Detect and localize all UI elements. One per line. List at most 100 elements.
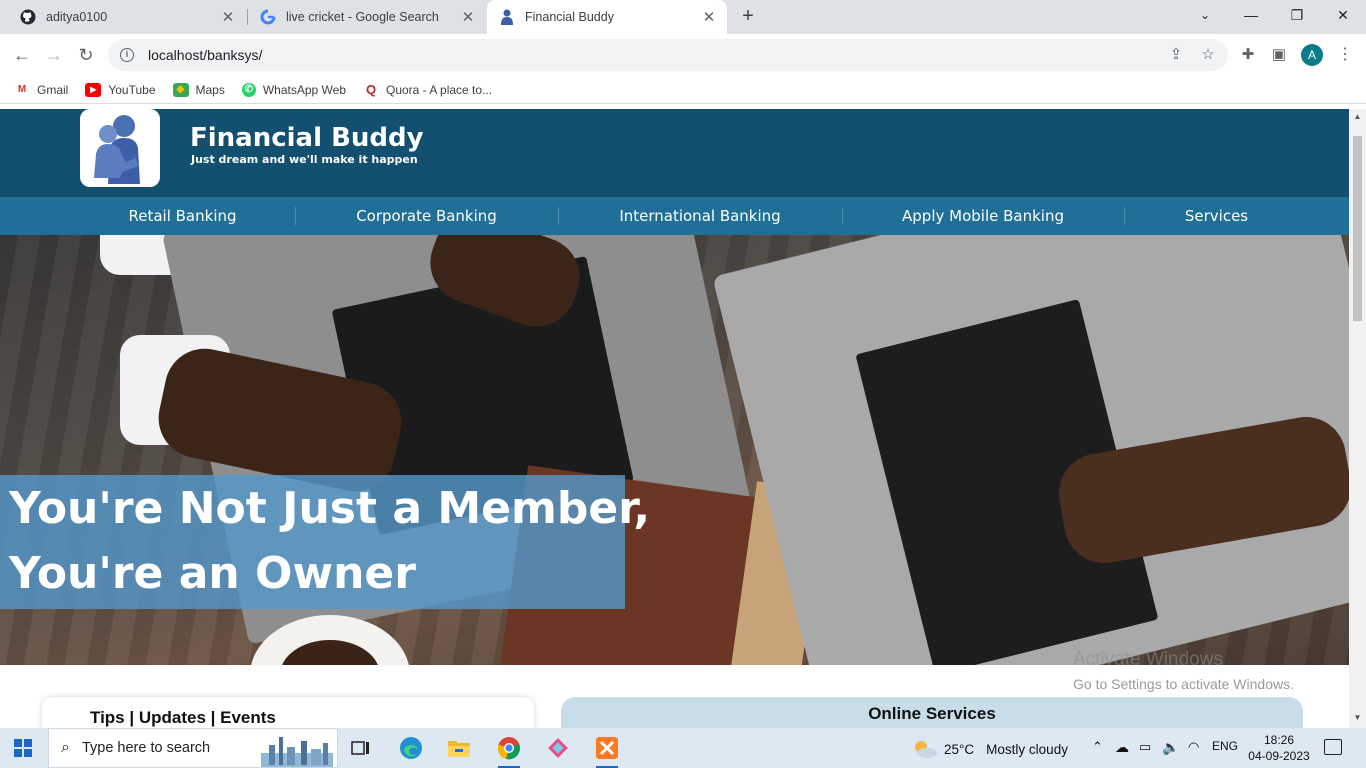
back-arrow-icon[interactable]: ← [10,43,34,67]
nav-international-banking[interactable]: International Banking [558,197,842,235]
city-skyline-icon [261,737,333,767]
activate-windows-subtitle: Go to Settings to activate Windows. [1073,676,1294,692]
nav-retail-banking[interactable]: Retail Banking [0,197,295,235]
scroll-down-arrow-icon[interactable]: ▼ [1353,713,1362,722]
weather-temp: 25°C [944,741,975,757]
nav-label: Apply Mobile Banking [902,207,1064,225]
bookmark-label: YouTube [108,82,156,97]
bookmark-gmail[interactable]: M Gmail [14,82,69,97]
bookmark-label: Maps [195,82,225,97]
chrome-icon[interactable] [494,734,524,768]
nav-services[interactable]: Services [1124,197,1309,235]
bookmarks-bar: M Gmail ▶ YouTube ◆ Maps ✆ WhatsApp Web … [0,76,1366,104]
side-panel-icon[interactable]: ▣ [1268,44,1290,66]
restore-icon[interactable]: ❐ [1274,0,1320,30]
tab-title: live cricket - Google Search [286,10,439,24]
hero-line-2: You're an Owner [9,548,416,599]
tab-financial-buddy[interactable]: Financial Buddy ✕ [487,0,727,34]
extensions-icon[interactable]: ✚ [1237,44,1259,66]
people-hug-icon [94,115,140,184]
tab-google-search[interactable]: live cricket - Google Search ✕ [248,0,486,34]
bookmark-star-icon[interactable]: ☆ [1198,45,1218,65]
tips-heading: Tips | Updates | Events [90,708,276,727]
bookmark-label: WhatsApp Web [262,82,346,97]
task-view-icon[interactable] [346,734,376,762]
nav-label: International Banking [619,207,781,225]
weather-widget[interactable]: 25°C Mostly cloudy [912,739,1068,759]
language-indicator[interactable]: ENG [1212,739,1238,753]
browser-toolbar: ← → ↻ i localhost/banksys/ ⇪ ☆ ✚ ▣ A ⋮ [0,34,1366,76]
notification-icon[interactable] [1324,739,1342,755]
nav-label: Corporate Banking [356,207,497,225]
minimize-icon[interactable]: — [1228,0,1274,30]
bookmark-label: Quora - A place to... [386,82,493,97]
hero-banner: You're Not Just a Member, You're an Owne… [0,475,650,609]
site-logo[interactable] [80,109,160,187]
forward-arrow-icon[interactable]: → [42,43,66,67]
windows-start-icon[interactable] [14,739,32,757]
search-icon: ⌕ [61,739,70,756]
quora-icon: Q [365,81,377,97]
youtube-icon: ▶ [85,82,102,97]
share-icon[interactable]: ⇪ [1166,45,1186,65]
page-scrollbar[interactable]: ▲ ▼ [1349,109,1366,728]
site-info-icon[interactable]: i [120,48,134,62]
google-icon [260,9,276,25]
online-services-card: Online Services [561,697,1303,728]
search-placeholder: Type here to search [81,740,211,756]
page-viewport: Financial Buddy Just dream and we'll mak… [0,109,1349,728]
new-tab-icon[interactable]: + [737,5,759,27]
tab-search-chevron-icon[interactable]: ⌄ [1182,0,1228,30]
activate-windows-title: Activate Windows [1073,649,1223,670]
hero-image: You're Not Just a Member, You're an Owne… [0,235,1349,665]
tab-title: Financial Buddy [525,10,614,24]
nav-corporate-banking[interactable]: Corporate Banking [295,197,558,235]
bookmark-label: Gmail [37,82,69,97]
close-tab-icon[interactable]: ✕ [458,8,478,26]
file-explorer-icon[interactable] [444,734,474,762]
close-tab-icon[interactable]: ✕ [699,8,719,26]
close-window-icon[interactable]: ✕ [1320,0,1366,30]
whatsapp-icon: ✆ [241,82,256,97]
brand-tagline: Just dream and we'll make it happen [191,153,418,166]
xampp-icon[interactable] [592,734,622,768]
online-services-heading: Online Services [868,704,996,723]
system-clock[interactable]: 18:26 04-09-2023 [1244,732,1314,764]
nav-label: Retail Banking [128,207,237,225]
tab-github[interactable]: aditya0100 ✕ [0,0,246,34]
bookmark-youtube[interactable]: ▶ YouTube [85,82,156,97]
close-tab-icon[interactable]: ✕ [218,8,238,26]
reload-icon[interactable]: ↻ [74,43,98,67]
battery-icon[interactable]: ▭ [1139,739,1151,755]
bookmark-maps[interactable]: ◆ Maps [172,82,225,97]
maps-icon: ◆ [172,82,189,97]
onedrive-cloud-icon[interactable]: ☁ [1115,739,1129,756]
brand-name: Financial Buddy [190,123,424,153]
edge-browser-icon[interactable] [396,734,426,762]
clock-time: 18:26 [1263,733,1295,747]
tab-strip: aditya0100 ✕ live cricket - Google Searc… [0,0,1366,34]
main-nav: Retail Banking Corporate Banking Interna… [0,197,1349,235]
clock-date: 04-09-2023 [1248,749,1310,763]
site-header: Financial Buddy Just dream and we'll mak… [0,109,1349,197]
bookmark-whatsapp[interactable]: ✆ WhatsApp Web [241,82,346,97]
git-app-icon[interactable] [543,734,573,762]
tips-card: Tips | Updates | Events [42,697,534,728]
wifi-icon[interactable]: ◠ [1188,739,1199,755]
volume-icon[interactable]: 🔈 [1162,739,1179,756]
menu-kebab-icon[interactable]: ⋮ [1334,44,1356,66]
scroll-up-arrow-icon[interactable]: ▲ [1353,112,1362,121]
url-text: localhost/banksys/ [148,47,263,63]
hero-line-1: You're Not Just a Member, [9,483,651,534]
nav-apply-mobile-banking[interactable]: Apply Mobile Banking [842,197,1124,235]
cloudy-sun-icon [915,741,937,758]
address-bar[interactable]: i localhost/banksys/ ⇪ ☆ [108,39,1228,71]
gmail-icon: M [17,83,27,95]
windows-taskbar: ⌕ Type here to search 25°C Mostly cloudy… [0,728,1366,768]
taskbar-search[interactable]: ⌕ Type here to search [48,728,338,768]
bookmark-quora[interactable]: Q Quora - A place to... [363,81,493,97]
scroll-thumb[interactable] [1353,136,1362,321]
tray-chevron-icon[interactable]: ⌃ [1092,739,1103,755]
profile-avatar[interactable]: A [1301,44,1323,66]
site-logo-icon [499,9,515,25]
